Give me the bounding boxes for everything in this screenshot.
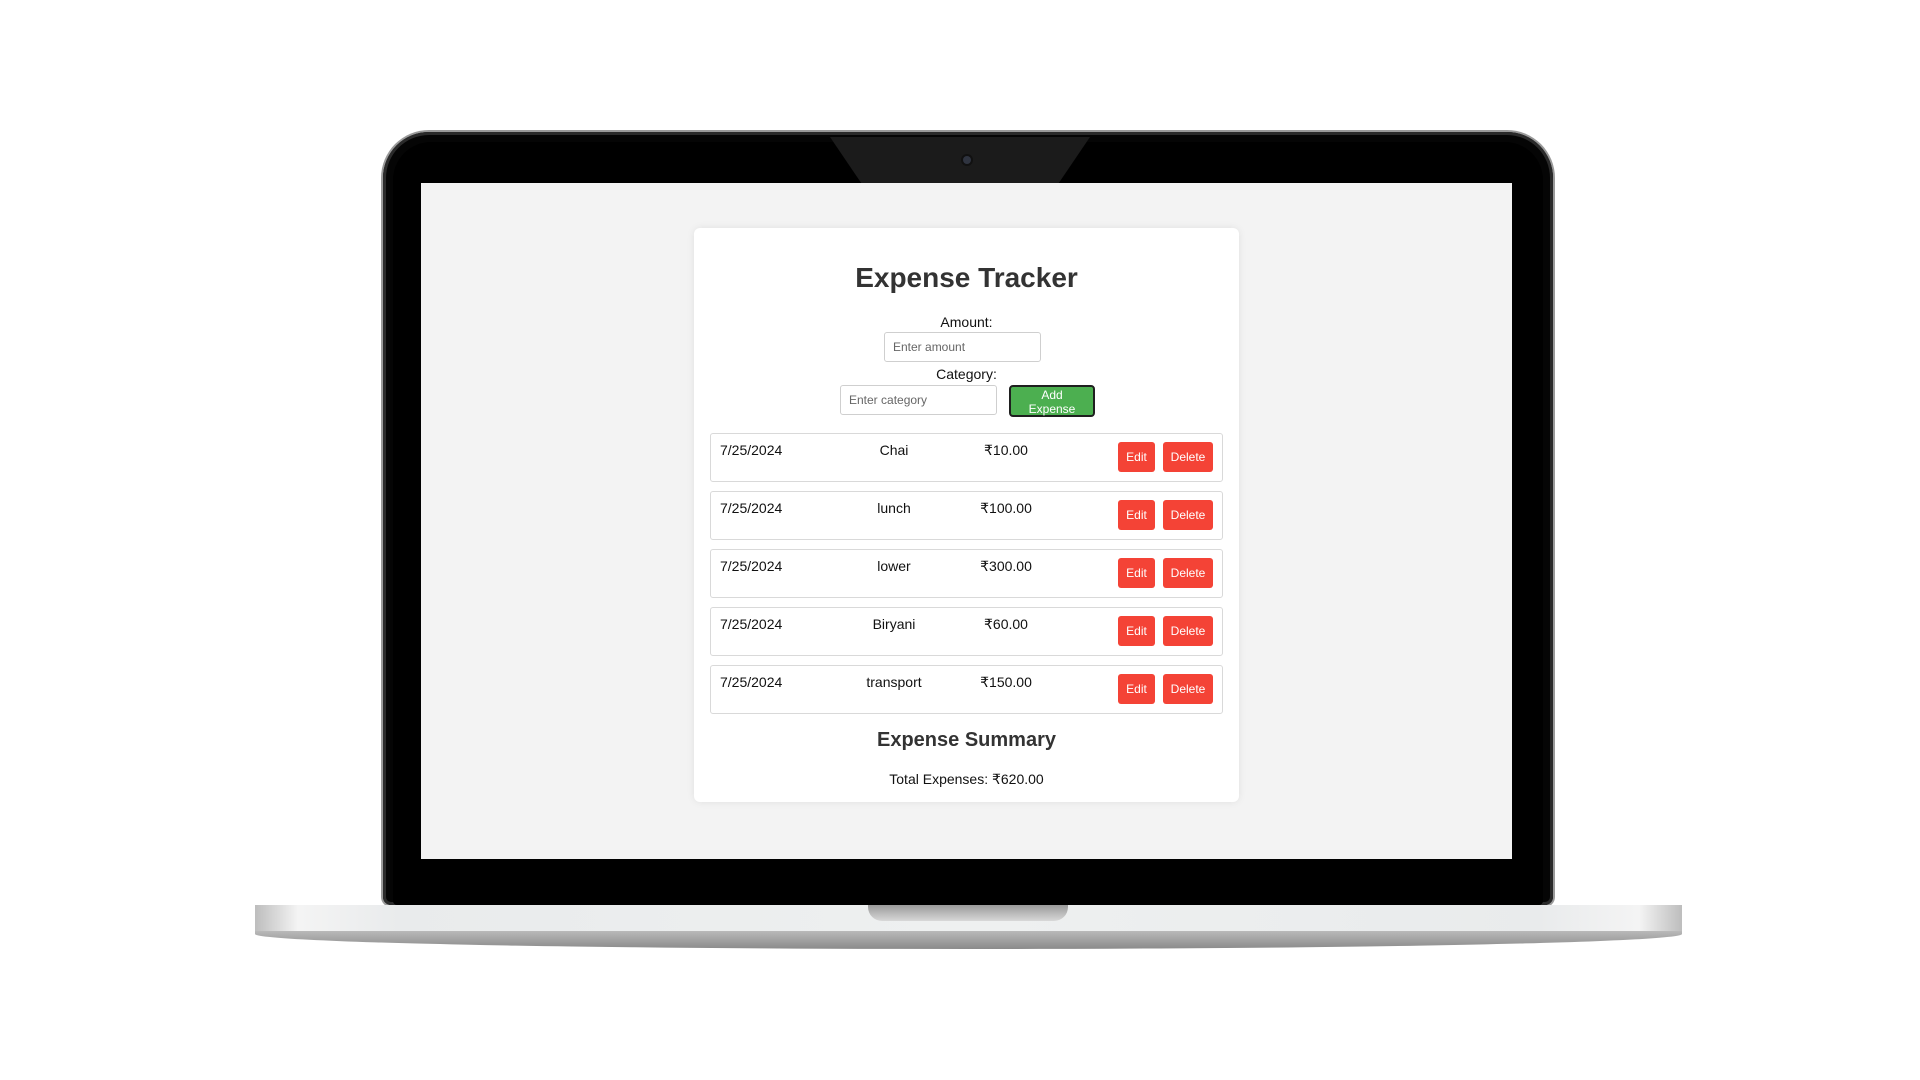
summary-title: Expense Summary bbox=[877, 729, 1056, 751]
expense-amount: ₹60.00 bbox=[984, 616, 1028, 632]
delete-button[interactable]: Delete bbox=[1163, 500, 1213, 530]
edit-button[interactable]: Edit bbox=[1118, 558, 1155, 588]
expense-date: 7/25/2024 bbox=[720, 558, 783, 574]
expense-row: 7/25/2024 Biryani ₹60.00 Edit Delete bbox=[710, 607, 1223, 656]
expense-category: lower bbox=[877, 558, 911, 574]
expense-list: 7/25/2024 Chai ₹10.00 Edit Delete 7/25/2… bbox=[710, 433, 1223, 723]
stage: Expense Tracker Amount: Category: Add Ex… bbox=[0, 0, 1920, 1080]
expense-category: Chai bbox=[879, 442, 909, 458]
add-expense-button[interactable]: Add Expense bbox=[1009, 385, 1095, 417]
amount-label: Amount: bbox=[940, 314, 993, 330]
edit-button[interactable]: Edit bbox=[1118, 442, 1155, 472]
amount-input[interactable] bbox=[884, 332, 1041, 362]
laptop-base-edge bbox=[255, 931, 1682, 949]
expense-date: 7/25/2024 bbox=[720, 616, 783, 632]
edit-button[interactable]: Edit bbox=[1118, 500, 1155, 530]
delete-button[interactable]: Delete bbox=[1163, 558, 1213, 588]
delete-button[interactable]: Delete bbox=[1163, 442, 1213, 472]
expense-amount: ₹150.00 bbox=[980, 674, 1032, 690]
expense-category: transport bbox=[866, 674, 922, 690]
category-input[interactable] bbox=[840, 385, 997, 415]
camera-housing bbox=[830, 137, 1090, 183]
expense-date: 7/25/2024 bbox=[720, 500, 783, 516]
expense-row: 7/25/2024 lower ₹300.00 Edit Delete bbox=[710, 549, 1223, 598]
expense-category: lunch bbox=[877, 500, 911, 516]
edit-button[interactable]: Edit bbox=[1118, 616, 1155, 646]
total-expenses: Total Expenses: ₹620.00 bbox=[889, 771, 1044, 787]
page-title: Expense Tracker bbox=[855, 262, 1078, 293]
edit-button[interactable]: Edit bbox=[1118, 674, 1155, 704]
expense-amount: ₹100.00 bbox=[980, 500, 1032, 516]
camera-icon bbox=[963, 156, 971, 164]
laptop-hinge bbox=[868, 905, 1068, 921]
expense-date: 7/25/2024 bbox=[720, 674, 783, 690]
expense-row: 7/25/2024 Chai ₹10.00 Edit Delete bbox=[710, 433, 1223, 482]
expense-tracker-card: Expense Tracker Amount: Category: Add Ex… bbox=[694, 228, 1239, 802]
expense-date: 7/25/2024 bbox=[720, 442, 783, 458]
delete-button[interactable]: Delete bbox=[1163, 616, 1213, 646]
expense-row: 7/25/2024 lunch ₹100.00 Edit Delete bbox=[710, 491, 1223, 540]
delete-button[interactable]: Delete bbox=[1163, 674, 1213, 704]
expense-row: 7/25/2024 transport ₹150.00 Edit Delete bbox=[710, 665, 1223, 714]
expense-amount: ₹10.00 bbox=[984, 442, 1028, 458]
category-label: Category: bbox=[936, 366, 997, 382]
expense-amount: ₹300.00 bbox=[980, 558, 1032, 574]
expense-category: Biryani bbox=[872, 616, 916, 632]
laptop-screen: Expense Tracker Amount: Category: Add Ex… bbox=[421, 183, 1512, 859]
